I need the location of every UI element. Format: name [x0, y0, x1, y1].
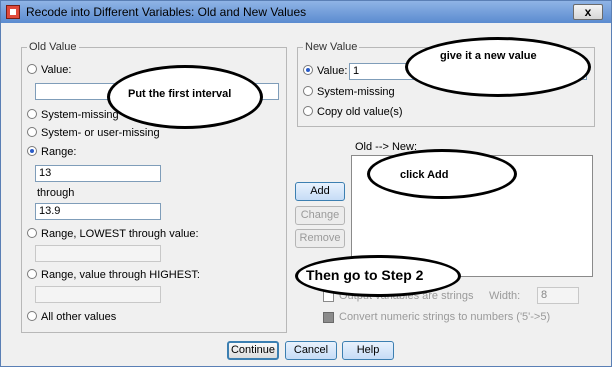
range-highest-label: Range, value through HIGHEST:: [41, 269, 200, 281]
new-value-legend: New Value: [303, 41, 360, 53]
annotation-bubble-click-add: click Add: [367, 149, 517, 199]
add-button[interactable]: Add: [295, 182, 345, 201]
radio-icon: [27, 269, 37, 279]
new-system-missing-radio[interactable]: System-missing: [303, 86, 395, 98]
remove-button[interactable]: Remove: [295, 229, 345, 248]
new-value-radio[interactable]: Value:: [303, 65, 347, 77]
range-lowest-label: Range, LOWEST through value:: [41, 228, 199, 240]
new-value-radio-label: Value:: [317, 65, 348, 77]
radio-icon: [303, 106, 313, 116]
old-range-label: Range:: [41, 146, 77, 158]
width-input[interactable]: 8: [537, 287, 579, 304]
old-value-legend: Old Value: [27, 41, 79, 53]
old-system-missing-label: System-missing: [41, 109, 119, 121]
convert-numeric-checkbox[interactable]: [323, 312, 334, 323]
radio-icon: [27, 127, 37, 137]
range-highest-input[interactable]: [35, 286, 161, 303]
annotation-bubble-step2: Then go to Step 2: [295, 255, 461, 297]
copy-old-values-label: Copy old value(s): [317, 106, 403, 118]
range-to-input[interactable]: 13.9: [35, 203, 161, 220]
through-label: through: [37, 187, 75, 199]
all-other-values-label: All other values: [41, 311, 117, 323]
old-value-radio-label: Value:: [41, 64, 72, 76]
annotation-bubble-new-value: give it a new value: [405, 37, 591, 97]
dialog-window: Recode into Different Variables: Old and…: [0, 0, 612, 367]
radio-icon: [27, 228, 37, 238]
spss-app-icon: [6, 5, 20, 19]
all-other-values-radio[interactable]: All other values: [27, 311, 116, 323]
annotation-new-value-text: give it a new value: [440, 50, 537, 62]
old-system-missing-radio[interactable]: System-missing: [27, 109, 119, 121]
range-lowest-input[interactable]: [35, 245, 161, 262]
close-button[interactable]: x: [573, 4, 603, 20]
range-highest-radio[interactable]: Range, value through HIGHEST:: [27, 269, 200, 281]
annotation-bubble-first-interval: Put the first interval: [107, 65, 263, 129]
radio-icon: [27, 64, 37, 74]
radio-icon: [27, 109, 37, 119]
cancel-button[interactable]: Cancel: [285, 341, 337, 360]
change-button[interactable]: Change: [295, 206, 345, 225]
old-system-user-missing-label: System- or user-missing: [41, 127, 160, 139]
radio-icon: [303, 86, 313, 96]
continue-button[interactable]: Continue: [227, 341, 279, 360]
old-value-radio[interactable]: Value:: [27, 64, 71, 76]
title-bar[interactable]: Recode into Different Variables: Old and…: [1, 1, 611, 23]
radio-selected-icon: [27, 146, 37, 156]
help-button[interactable]: Help: [342, 341, 394, 360]
width-label: Width:: [489, 290, 521, 302]
annotation-first-interval-text: Put the first interval: [128, 88, 232, 100]
range-lowest-radio[interactable]: Range, LOWEST through value:: [27, 228, 199, 240]
new-system-missing-label: System-missing: [317, 86, 395, 98]
radio-selected-icon: [303, 65, 313, 75]
old-range-radio[interactable]: Range:: [27, 146, 76, 158]
window-title: Recode into Different Variables: Old and…: [26, 5, 307, 19]
radio-icon: [27, 311, 37, 321]
annotation-click-add-text: click Add: [400, 169, 449, 181]
annotation-step2-text: Then go to Step 2: [306, 267, 424, 283]
range-from-input[interactable]: 13: [35, 165, 161, 182]
convert-numeric-label: Convert numeric strings to numbers ('5'-…: [339, 311, 551, 323]
old-system-user-missing-radio[interactable]: System- or user-missing: [27, 127, 160, 139]
copy-old-values-radio[interactable]: Copy old value(s): [303, 106, 403, 118]
